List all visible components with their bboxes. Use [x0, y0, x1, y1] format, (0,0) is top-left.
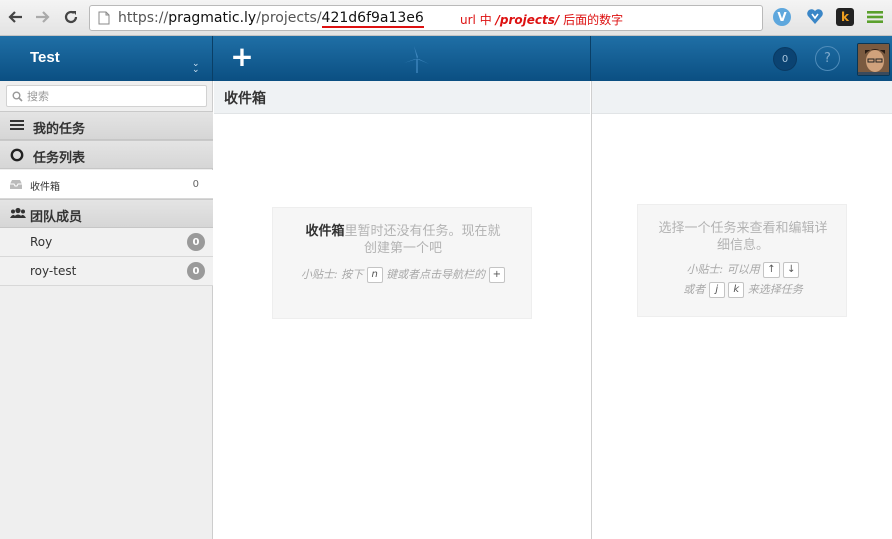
url-text: https://pragmatic.ly/projects/421d6f9a13…: [118, 10, 424, 28]
task-list-pane: 收件箱 收件箱里暂时还没有任务。现在就创建第一个吧 小贴士: 按下 n 键或者点…: [214, 81, 590, 539]
key-up: ↑: [763, 262, 780, 278]
browser-toolbar: https://pragmatic.ly/projects/421d6f9a13…: [0, 0, 892, 36]
inbox-count: 0: [192, 179, 199, 190]
key-n: n: [366, 267, 383, 283]
add-task-button[interactable]: +: [230, 43, 254, 72]
key-j: j: [708, 282, 725, 298]
back-button[interactable]: [5, 7, 25, 27]
sidebar-item-inbox[interactable]: 收件箱 0: [0, 170, 213, 199]
help-button[interactable]: ?: [815, 46, 840, 71]
extension-k-icon[interactable]: k: [836, 8, 854, 26]
page-icon: [98, 11, 110, 25]
detail-tip-prefix: 小贴士: 可以用: [686, 263, 760, 276]
sidebar-item-my-tasks[interactable]: 我的任务: [0, 111, 213, 140]
extension-heart-icon[interactable]: [806, 8, 824, 26]
shortcut-tip: 小贴士: 按下 n 键或者点击导航栏的 +: [293, 265, 513, 285]
sidebar-item-member[interactable]: Roy 0: [0, 228, 213, 257]
task-detail-pane: 选择一个任务来查看和编辑详细信息。 小贴士: 可以用 ↑ ↓ 或者 j k 来选…: [591, 81, 892, 539]
annotation-prefix: url 中: [460, 13, 496, 27]
empty-state: 收件箱里暂时还没有任务。现在就创建第一个吧 小贴士: 按下 n 键或者点击导航栏…: [272, 207, 532, 319]
forward-button[interactable]: [33, 7, 53, 27]
project-switcher[interactable]: Test ⌄ ⌄: [0, 36, 213, 81]
annotation-path: /projects/: [495, 13, 560, 27]
key-down: ↓: [783, 262, 800, 278]
address-bar[interactable]: https://pragmatic.ly/projects/421d6f9a13…: [89, 5, 763, 31]
empty-strong: 收件箱: [305, 224, 345, 239]
sidebar-item-team-members[interactable]: 团队成员: [0, 199, 213, 228]
back-arrow-icon: [8, 11, 22, 23]
member-name: roy-test: [30, 264, 77, 278]
sidebar-item-task-lists[interactable]: 任务列表: [0, 140, 213, 169]
page-title: 收件箱: [224, 91, 266, 107]
member-task-count: 0: [187, 262, 205, 280]
list-icon: [10, 120, 24, 130]
search-box[interactable]: [6, 85, 207, 107]
user-avatar[interactable]: [857, 43, 890, 76]
extension-v-icon[interactable]: V: [773, 8, 791, 26]
circle-icon: [10, 148, 24, 162]
my-tasks-label: 我的任务: [33, 122, 86, 137]
search-icon: [12, 91, 23, 102]
detail-message: 选择一个任务来查看和编辑详细信息。: [658, 221, 828, 253]
annotation-note: url 中 /projects/ 后面的数字: [460, 11, 623, 28]
key-plus: +: [488, 267, 506, 283]
reload-icon: [64, 10, 78, 24]
search-input[interactable]: [27, 88, 202, 104]
tip-middle: 键或者点击导航栏的: [386, 268, 486, 281]
detail-tip-suffix: 来选择任务: [747, 283, 803, 296]
tip-prefix: 小贴士: 按下: [300, 268, 364, 281]
detail-empty-state: 选择一个任务来查看和编辑详细信息。 小贴士: 可以用 ↑ ↓ 或者 j k 来选…: [637, 204, 847, 317]
app-header: Test ⌄ ⌄ + 0 ?: [0, 36, 892, 81]
inbox-label: 收件箱: [30, 182, 60, 193]
detail-shortcut-tip: 小贴士: 可以用 ↑ ↓ 或者 j k 来选择任务: [658, 260, 828, 300]
people-icon: [10, 207, 26, 218]
team-members-label: 团队成员: [30, 210, 83, 225]
url-host: pragmatic.ly: [168, 10, 257, 26]
chrome-menu-icon[interactable]: [866, 8, 884, 26]
project-name: Test: [30, 49, 60, 66]
notifications-badge[interactable]: 0: [773, 47, 797, 71]
empty-rest: 里暂时还没有任务。现在就创建第一个吧: [344, 224, 501, 256]
forward-arrow-icon: [36, 11, 50, 23]
chevron-down-icon: ⌄ ⌄: [192, 59, 200, 75]
sidebar-item-member[interactable]: roy-test 0: [0, 257, 213, 286]
windmill-logo-icon: [404, 46, 429, 73]
url-project-id: 421d6f9a13e6: [321, 10, 424, 28]
url-path: /projects/: [256, 10, 322, 26]
detail-tip-or: 或者: [683, 283, 706, 296]
key-k: k: [728, 282, 745, 298]
detail-header: [592, 81, 892, 114]
empty-message: 收件箱里暂时还没有任务。现在就创建第一个吧: [303, 223, 503, 257]
header-divider: [590, 36, 591, 81]
reload-button[interactable]: [61, 7, 81, 27]
annotation-suffix: 后面的数字: [559, 13, 624, 27]
member-name: Roy: [30, 235, 53, 249]
url-prefix: https://: [118, 10, 169, 26]
task-lists-label: 任务列表: [33, 151, 86, 166]
member-task-count: 0: [187, 233, 205, 251]
inbox-icon: [10, 180, 22, 189]
sidebar: 我的任务 任务列表 收件箱 0 团队成员 Roy 0 roy-test 0: [0, 81, 213, 539]
pane-header: 收件箱: [214, 81, 590, 114]
